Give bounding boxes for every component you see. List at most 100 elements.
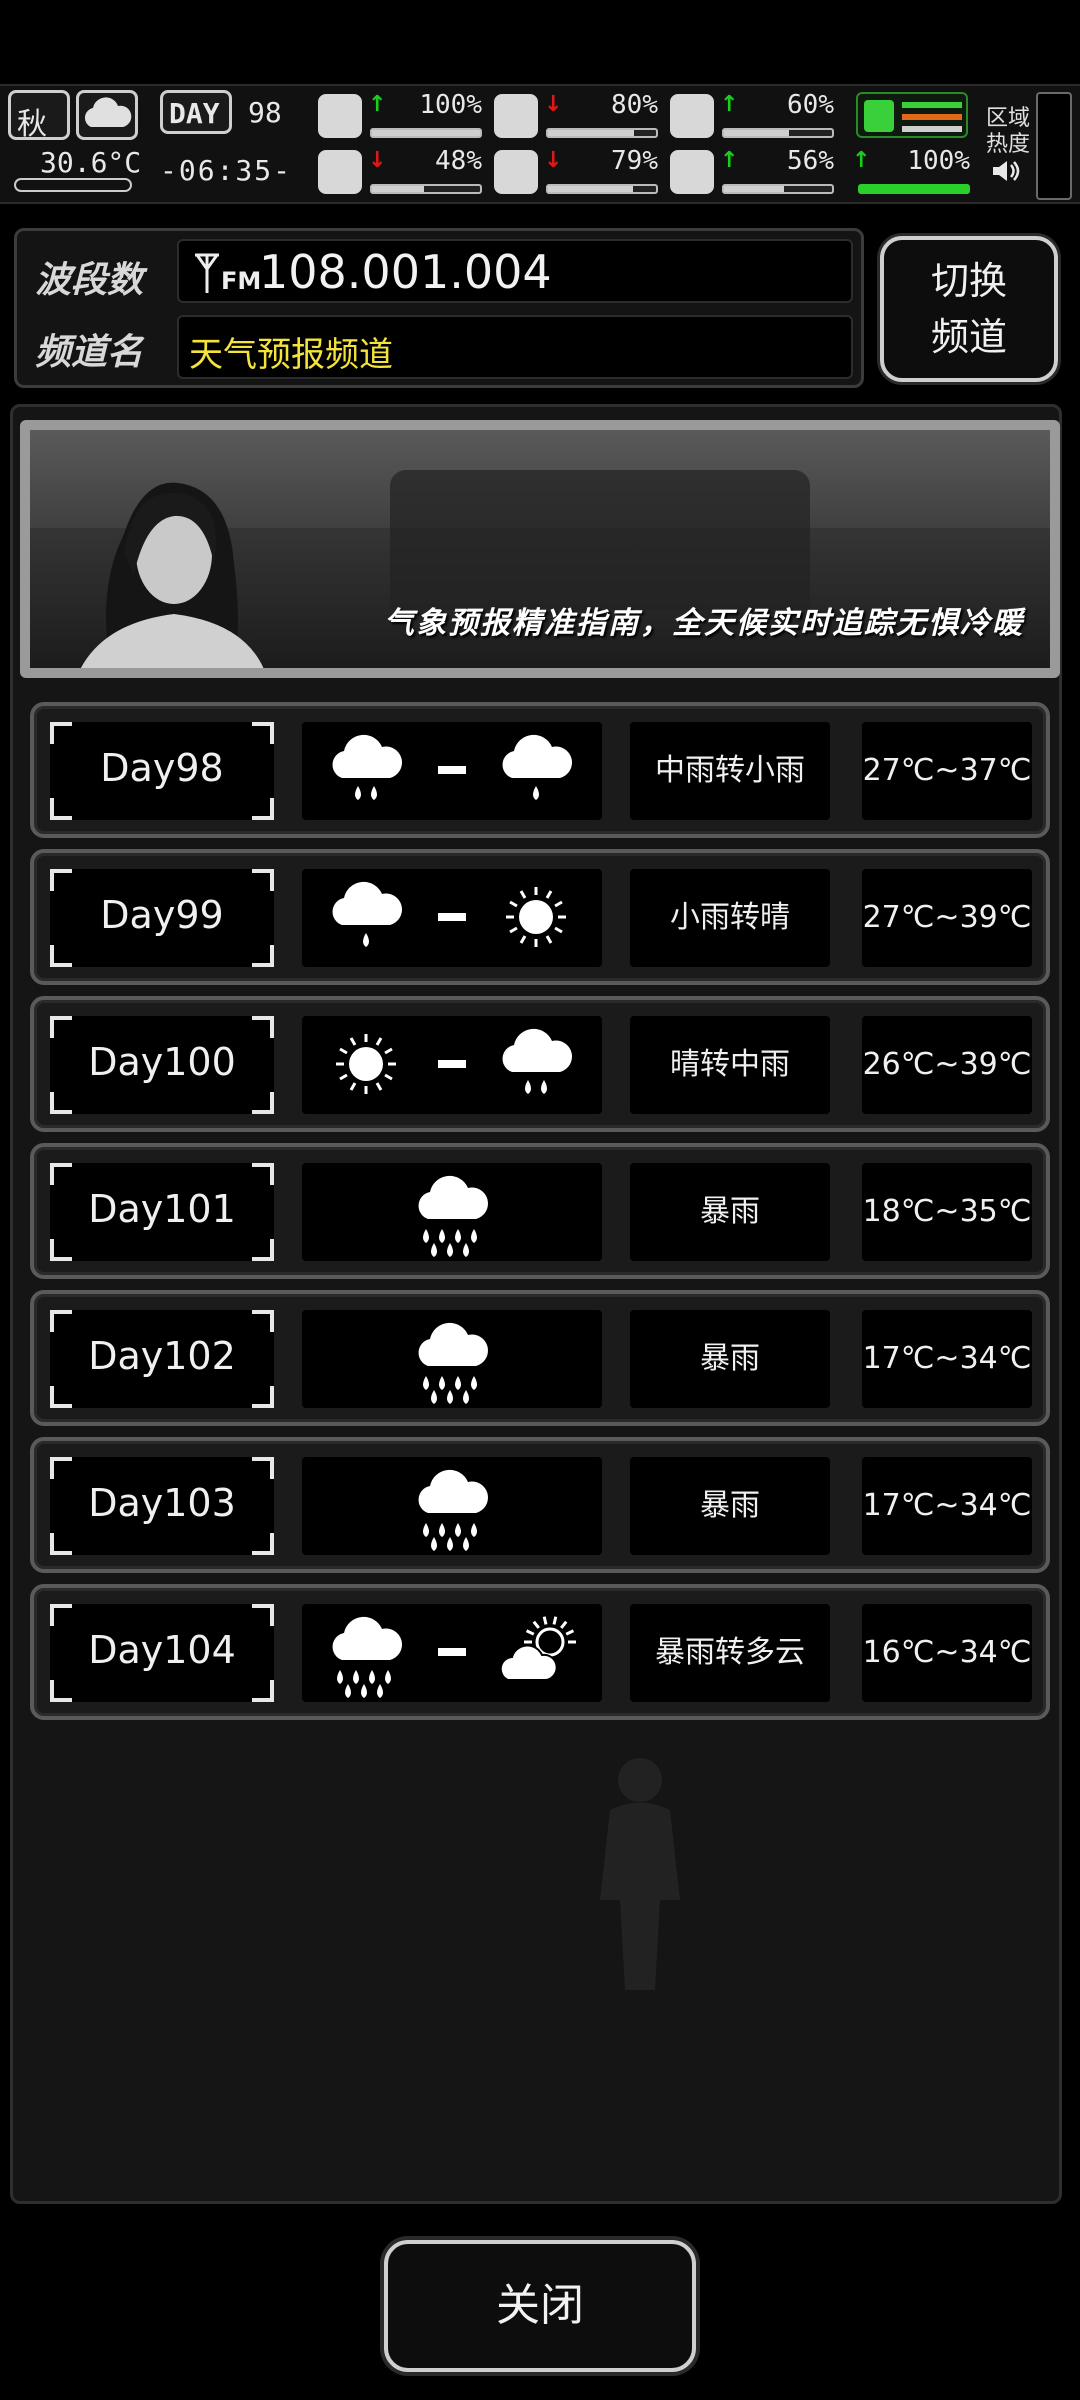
- day-label: Day99: [100, 893, 224, 937]
- stat-health: ↑ 100%: [318, 90, 486, 140]
- weather-description: 中雨转小雨: [630, 722, 830, 820]
- weather-description: 暴雨转多云: [630, 1604, 830, 1702]
- trend-arrow: ↑: [720, 148, 739, 173]
- rainstorm-icon: [418, 1469, 489, 1551]
- temperature-range: 16℃~34℃: [862, 1604, 1032, 1702]
- stat-value: 80%: [611, 90, 658, 120]
- band-field: FM 108.001.004: [177, 239, 853, 303]
- day-label: Day102: [88, 1334, 236, 1378]
- forecast-row: Day98 中雨转小雨 27℃~37℃: [30, 702, 1050, 838]
- weather-icons: [302, 1604, 602, 1702]
- cloud-weather-icon: [76, 90, 138, 140]
- stat-thirst: ↓ 79%: [494, 146, 662, 196]
- temperature-range: 17℃~34℃: [862, 1310, 1032, 1408]
- trend-arrow: ↑: [720, 92, 739, 117]
- season-label: 秋: [17, 107, 47, 142]
- stat-bar: [546, 184, 658, 194]
- rainstorm-icon: [418, 1322, 489, 1404]
- day-label: Day104: [88, 1628, 236, 1672]
- rainstorm-icon: [332, 1616, 403, 1698]
- temperature-range: 27℃~37℃: [862, 722, 1032, 820]
- brain-icon: [318, 150, 362, 194]
- day-label: Day103: [88, 1481, 236, 1525]
- status-bar: 秋 30.6°C DAY 98 -06:35- ↑ 100% ↓ 80% ↑ 6…: [0, 84, 1080, 204]
- region-heat-label-2: 热度: [986, 132, 1031, 157]
- transition-dash: [438, 1060, 466, 1068]
- forecast-row: Day103 暴雨 17℃~34℃: [30, 1437, 1050, 1573]
- temperature-readout: 30.6°C: [40, 146, 142, 179]
- transition-dash: [438, 1648, 466, 1656]
- weather-description: 暴雨: [630, 1457, 830, 1555]
- weather-icons: [302, 722, 602, 820]
- moderate-rain-icon: [502, 1028, 573, 1094]
- season-badge: 秋: [8, 90, 70, 142]
- day-label: Day100: [88, 1040, 236, 1084]
- fm-label: FM: [221, 267, 262, 295]
- weather-icons: [302, 1457, 602, 1555]
- thermometer-icon: [14, 178, 132, 192]
- capsule-icon: [670, 94, 714, 138]
- wanderer-silhouette: [600, 1758, 680, 1990]
- light-rain-icon: [332, 881, 403, 947]
- stat-value: 100%: [419, 90, 482, 120]
- forecast-row: Day100 晴转中雨 26℃~39℃: [30, 996, 1050, 1132]
- day-counter: 98: [248, 96, 282, 129]
- banner-slogan: 气象预报精准指南，全天候实时追踪无惧冷暖: [384, 606, 1024, 641]
- temperature-range: 17℃~34℃: [862, 1457, 1032, 1555]
- forecast-banner: 气象预报精准指南，全天候实时追踪无惧冷暖: [20, 420, 1060, 678]
- weather-description: 小雨转晴: [630, 869, 830, 967]
- switch-label-line2: 频道: [930, 315, 1007, 359]
- forecast-row: Day99 小雨转晴 27℃~39℃: [30, 849, 1050, 985]
- channel-value: 天气预报频道: [189, 335, 393, 375]
- day-badge-label: DAY: [169, 97, 220, 130]
- stat-bar: [370, 184, 482, 194]
- band-label: 波段数: [35, 259, 144, 301]
- transition-dash: [438, 766, 466, 774]
- forecast-day: Day103: [50, 1457, 274, 1555]
- stat-value: 48%: [435, 146, 482, 176]
- game-clock: -06:35-: [160, 154, 293, 187]
- radio-frequency-panel: 波段数 FM 108.001.004 频道名 天气预报频道: [14, 228, 864, 388]
- day-label: Day101: [88, 1187, 236, 1231]
- forecast-day: Day101: [50, 1163, 274, 1261]
- rainstorm-icon: [418, 1175, 489, 1257]
- transition-dash: [438, 913, 466, 921]
- channel-field: 天气预报频道: [177, 315, 853, 379]
- trend-arrow: ↓: [368, 148, 387, 173]
- forecast-day: Day102: [50, 1310, 274, 1408]
- partly-cloudy-icon: [499, 1616, 576, 1681]
- temperature-range: 26℃~39℃: [862, 1016, 1032, 1114]
- forecast-row: Day102 暴雨 17℃~34℃: [30, 1290, 1050, 1426]
- stat-sanity: ↓ 48%: [318, 146, 486, 196]
- weather-description: 晴转中雨: [630, 1016, 830, 1114]
- stomach-icon: [494, 94, 538, 138]
- weather-description: 暴雨: [630, 1163, 830, 1261]
- region-heat-meter: [1036, 92, 1072, 200]
- moderate-rain-icon: [332, 734, 403, 800]
- trend-arrow: ↓: [544, 148, 563, 173]
- temperature-range: 18℃~35℃: [862, 1163, 1032, 1261]
- sunny-icon: [336, 1034, 396, 1094]
- sunny-icon: [506, 887, 566, 947]
- trend-arrow: ↓: [544, 92, 563, 117]
- close-label: 关闭: [496, 2280, 584, 2331]
- forecast-day: Day104: [50, 1604, 274, 1702]
- water-drop-icon: [494, 150, 538, 194]
- stat-stamina: ↑ 100%: [806, 146, 974, 196]
- stat-value: 79%: [611, 146, 658, 176]
- antenna-icon: FM: [191, 249, 261, 297]
- forecast-day: Day98: [50, 722, 274, 820]
- weather-icons: [302, 1016, 602, 1114]
- stat-hunger: ↓ 80%: [494, 90, 662, 140]
- light-rain-icon: [502, 734, 573, 800]
- switch-channel-button[interactable]: 切换 频道: [880, 236, 1058, 382]
- close-button[interactable]: 关闭: [384, 2240, 696, 2372]
- day-badge: DAY: [160, 90, 232, 134]
- temperature-range: 27℃~39℃: [862, 869, 1032, 967]
- band-value: 108.001.004: [259, 245, 552, 299]
- stat-value: 60%: [787, 90, 834, 120]
- speaker-icon[interactable]: [990, 156, 1020, 186]
- day-label: Day98: [100, 746, 224, 790]
- stat-bar: [722, 128, 834, 138]
- stat-bar: [546, 128, 658, 138]
